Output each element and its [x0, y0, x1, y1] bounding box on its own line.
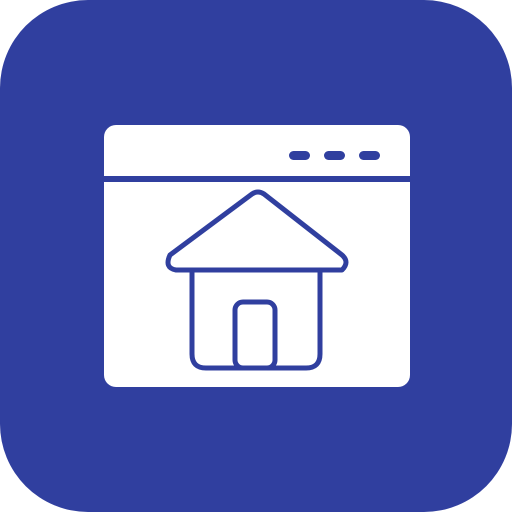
window-control-dot-2: [324, 151, 345, 160]
browser-titlebar-divider: [104, 176, 410, 182]
app-icon-tile[interactable]: [0, 0, 512, 512]
window-controls: [289, 151, 380, 160]
window-control-dot-1: [289, 151, 310, 160]
browser-window-icon: [104, 125, 410, 387]
browser-homepage-icon: [0, 0, 512, 512]
window-control-dot-3: [359, 151, 380, 160]
